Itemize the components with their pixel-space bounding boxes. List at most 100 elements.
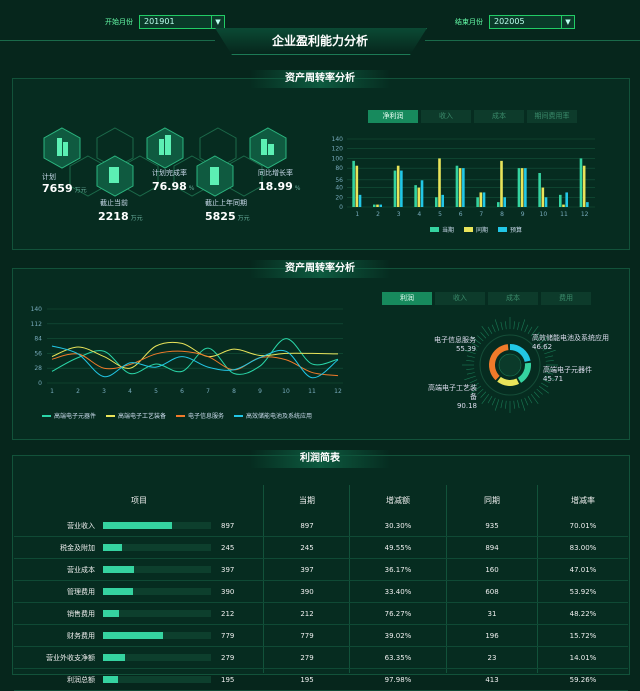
row-name: 营业外收支净额: [46, 653, 95, 662]
donut-label-battery: 高效储能电池及系统应用 46.62: [532, 334, 609, 351]
start-month-label: 开始月份: [105, 18, 133, 26]
cell-rate: 14.01%: [538, 646, 628, 669]
tab-income[interactable]: 收入: [435, 292, 485, 305]
y-tick-label: 56: [335, 177, 343, 184]
row-bar-fill: [103, 632, 164, 639]
row-name: 利润总额: [67, 675, 95, 684]
radial-tick: [545, 355, 554, 358]
cell-change: 36.17%: [350, 558, 446, 581]
table-header-row: 项目 当期 增减额 同期 增减率: [14, 485, 628, 515]
x-tick-label: 9: [258, 388, 262, 395]
x-tick-label: 1: [355, 211, 359, 218]
row-bar-track: [103, 522, 211, 529]
row-bar-value: 212: [221, 609, 235, 618]
col-header-change: 增减额: [386, 495, 410, 505]
kpi-icon-4: [210, 167, 219, 185]
cell-rate: 48.22%: [538, 602, 628, 625]
row-bar-track: [103, 544, 211, 551]
table-row: 营业外收支净额 279 279 63.35% 23 14.01%: [14, 646, 628, 669]
y-tick-label: 140: [31, 306, 43, 313]
section2-tabs: 利润 收入 成本 费用: [382, 292, 591, 305]
row-bar-track: [103, 566, 211, 573]
bar-预算: [400, 170, 403, 207]
col-header-current: 当期: [299, 495, 315, 505]
kpi-todate-label: 截止当前: [100, 199, 128, 207]
radial-tick: [505, 321, 507, 330]
table-row: 财务费用 779 779 39.02% 196 15.72%: [14, 624, 628, 647]
radial-tick: [505, 400, 507, 409]
bar-同期: [541, 187, 545, 207]
row-bar-value: 397: [221, 565, 235, 574]
tab-fees[interactable]: 费用: [541, 292, 591, 305]
tab-profit[interactable]: 利润: [382, 292, 432, 305]
tab-revenue[interactable]: 收入: [421, 110, 471, 123]
x-tick-label: 11: [560, 211, 568, 218]
radial-tick: [491, 397, 496, 406]
bar-同期: [438, 158, 441, 207]
bar-预算: [524, 168, 527, 207]
bar-当期: [579, 158, 583, 207]
bar-同期: [376, 204, 379, 207]
cell-current: 779: [264, 624, 350, 647]
end-month-value: 202005: [494, 17, 525, 26]
bar-当期: [393, 170, 397, 207]
donut-center: [498, 353, 522, 377]
header-divider-left: [0, 40, 215, 41]
section-title-2: 资产周转率分析: [250, 260, 390, 278]
radial-tick: [527, 396, 533, 404]
kpi-plan-value: 7659 万元: [42, 182, 87, 195]
cell-current: 897: [264, 515, 350, 537]
col-header-rate: 增减率: [571, 495, 595, 505]
series-line-高端电子元器件: [51, 338, 339, 375]
radial-tick: [513, 400, 515, 409]
radial-tick: [520, 319, 526, 331]
tab-net-profit[interactable]: 净利润: [368, 110, 418, 123]
radial-tick: [487, 326, 493, 334]
cell-prior: 31: [446, 602, 538, 625]
cell-change: 97.98%: [350, 668, 446, 691]
row-name: 税金及附加: [60, 543, 95, 552]
radial-tick: [477, 388, 484, 395]
cell-change: 76.27%: [350, 602, 446, 625]
cell-prior: 160: [446, 558, 538, 581]
tab-costs[interactable]: 成本: [488, 292, 538, 305]
bar-预算: [379, 204, 382, 207]
tab-expense-rate[interactable]: 期间费用率: [527, 110, 577, 123]
row-bar-track: [103, 676, 211, 683]
row-bar-fill: [103, 676, 119, 683]
row-bar-value: 779: [221, 631, 235, 640]
cell-change: 63.35%: [350, 646, 446, 669]
legend-item: 预算: [498, 225, 522, 234]
end-month-label: 结束月份: [455, 18, 483, 26]
kpi-icon-1: [57, 138, 62, 156]
bar-同期: [520, 168, 524, 207]
kpi-icon-3: [159, 139, 164, 155]
slice-高端电子元器件: [497, 376, 520, 386]
tab-cost[interactable]: 成本: [474, 110, 524, 123]
kpi-icon-2: [109, 167, 119, 183]
y-tick-label: 56: [34, 350, 42, 357]
cell-current: 212: [264, 602, 350, 625]
start-month-dropdown[interactable]: 201901 ▼: [139, 15, 225, 29]
bar-预算: [586, 202, 589, 207]
kpi-prior-label: 截止上年同期: [205, 199, 247, 207]
legend-item: 当期: [430, 225, 454, 234]
cell-rate: 83.00%: [538, 536, 628, 559]
chevron-down-icon[interactable]: ▼: [211, 16, 224, 28]
end-month-dropdown[interactable]: 202005 ▼: [489, 15, 575, 29]
bar-同期: [417, 187, 421, 207]
y-tick-label: 80: [335, 165, 343, 172]
kpi-todate-value: 2218 万元: [98, 210, 143, 223]
kpi-completion-value: 76.98%: [152, 180, 195, 193]
start-month-selector: 开始月份 201901 ▼: [105, 15, 225, 29]
radial-tick: [494, 319, 500, 331]
radial-tick: [466, 355, 475, 358]
radial-tick: [480, 332, 487, 339]
x-tick-label: 6: [180, 388, 184, 395]
radial-tick: [533, 391, 540, 398]
chevron-down-icon[interactable]: ▼: [561, 16, 574, 28]
x-tick-label: 6: [459, 211, 463, 218]
bar-当期: [414, 185, 417, 207]
bar-预算: [420, 180, 424, 207]
bar-当期: [559, 194, 562, 207]
